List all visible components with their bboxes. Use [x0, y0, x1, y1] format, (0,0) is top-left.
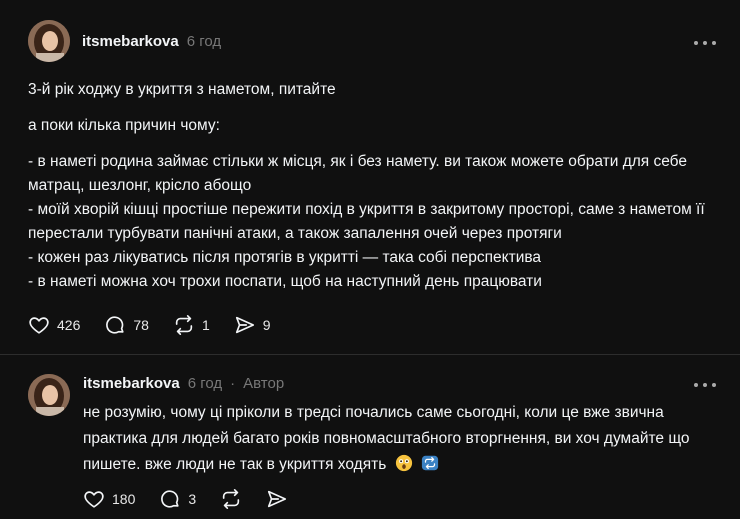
like-count: 426 — [57, 317, 81, 333]
post-paragraph: а поки кілька причин чому: — [28, 117, 220, 134]
reply-post: itsmebarkova 6 год · Автор не розумію, ч… — [0, 356, 740, 519]
avatar-photo-icon — [28, 374, 70, 416]
heart-icon — [29, 317, 49, 334]
reply-actions: 180 3 — [83, 488, 312, 510]
main-post: itsmebarkova 6 год 3-й рік ходжу в укрит… — [0, 0, 740, 352]
send-icon — [268, 490, 287, 508]
comment-count: 3 — [188, 491, 197, 507]
repost-button[interactable]: 1 — [173, 314, 210, 336]
share-count: 9 — [262, 317, 271, 333]
post-actions: 426 78 1 9 — [28, 314, 295, 336]
like-button[interactable]: 426 — [28, 314, 80, 336]
more-options-icon[interactable] — [694, 36, 716, 50]
astonished-face-icon — [395, 454, 412, 472]
heart-icon — [84, 491, 104, 508]
repeat-arrows-icon — [421, 455, 439, 471]
comment-count: 78 — [133, 317, 149, 333]
send-icon — [235, 316, 254, 334]
comment-button[interactable]: 3 — [159, 488, 196, 510]
separator-dot: · — [230, 375, 236, 392]
repost-icon — [175, 315, 193, 335]
share-button[interactable]: 9 — [234, 314, 271, 336]
like-button[interactable]: 180 — [83, 488, 135, 510]
like-count: 180 — [112, 491, 136, 507]
repost-button[interactable] — [220, 488, 242, 510]
post-paragraph: 3-й рік ходжу в укриття з наметом, питай… — [28, 81, 336, 98]
reply-body: не розумію, чому ці пріколи в тредсі поч… — [83, 404, 690, 473]
reply-time[interactable]: 6 год — [188, 375, 222, 392]
more-options-icon[interactable] — [694, 378, 716, 392]
reply-header: itsmebarkova 6 год · Автор — [83, 375, 284, 392]
post-time[interactable]: 6 год — [187, 33, 221, 50]
username[interactable]: itsmebarkova — [82, 33, 179, 50]
comment-icon — [106, 316, 124, 334]
username[interactable]: itsmebarkova — [83, 375, 180, 392]
author-badge: Автор — [243, 375, 285, 392]
reply-text: не розумію, чому ці пріколи в тредсі поч… — [83, 400, 700, 478]
post-header: itsmebarkova 6 год — [82, 33, 221, 50]
post-text: 3-й рік ходжу в укриття з наметом, питай… — [28, 78, 716, 294]
comment-button[interactable]: 78 — [104, 314, 149, 336]
avatar[interactable] — [28, 374, 70, 416]
repost-icon — [222, 489, 240, 509]
comment-icon — [161, 490, 179, 508]
avatar[interactable] — [28, 20, 70, 62]
share-button[interactable] — [266, 488, 288, 510]
repost-count: 1 — [201, 317, 210, 333]
post-paragraph: - в наметі родина займає стільки ж місця… — [28, 153, 705, 290]
divider — [0, 354, 740, 355]
avatar-photo-icon — [28, 20, 70, 62]
